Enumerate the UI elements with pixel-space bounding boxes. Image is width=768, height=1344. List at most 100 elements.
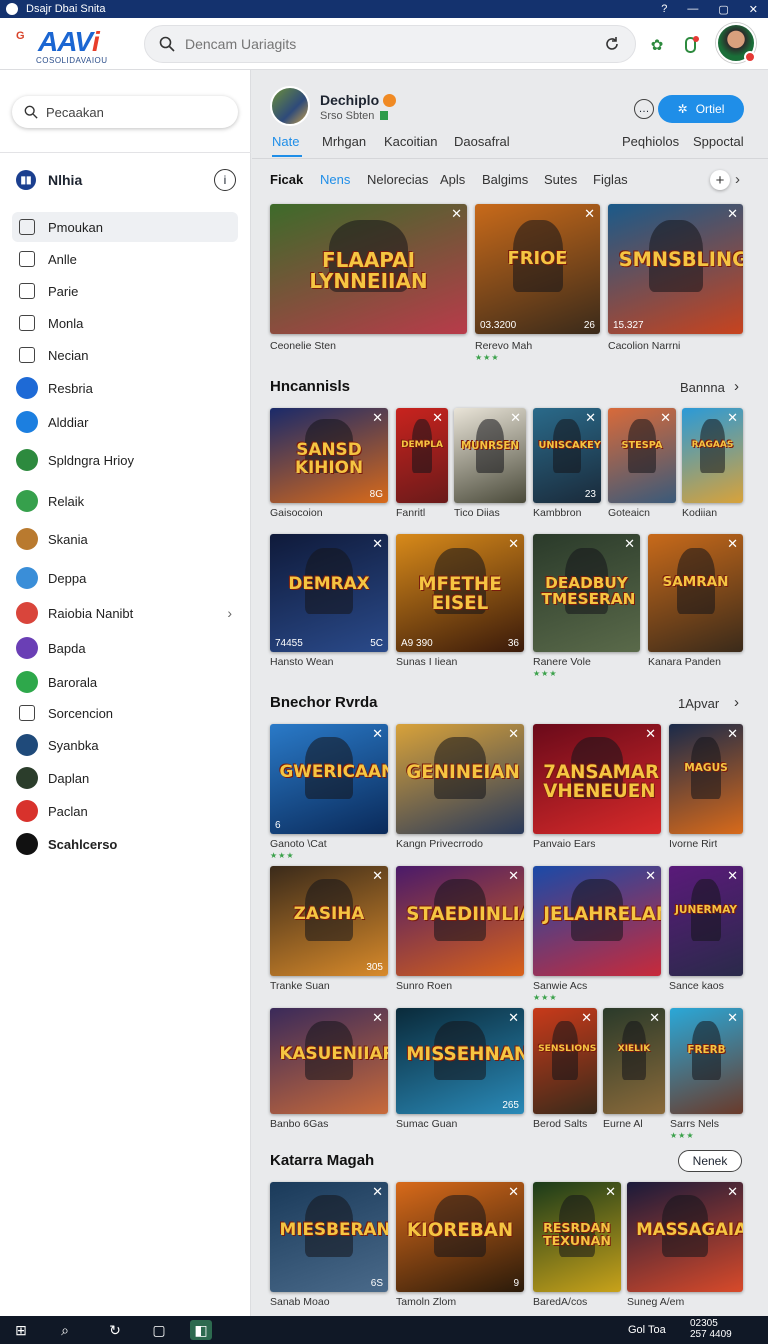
sidebar-item[interactable]: Relaik [12,486,238,516]
tab-daosafral[interactable]: Daosafral [454,134,510,149]
settings-icon[interactable]: ✿ [646,34,668,56]
game-card[interactable]: SENSLIONS ✕ [533,1008,597,1114]
game-caption[interactable]: Ganoto \Cat [270,838,327,850]
sidebar-item[interactable]: Skania [12,524,238,554]
section-action-button[interactable]: Nenek [678,1150,742,1172]
chat-icon[interactable]: ▢ [148,1320,170,1340]
game-card[interactable]: ZASIHA ✕ 305 [270,866,388,976]
game-caption[interactable]: Ceonelie Sten [270,340,336,352]
maximize-button[interactable]: ▢ [718,3,728,16]
game-caption[interactable]: Fanritl [396,507,425,519]
game-caption[interactable]: Tranke Suan [270,980,330,992]
close-icon[interactable]: ✕ [432,410,443,426]
sidebar-item[interactable]: Bapda [12,633,238,663]
sidebar-item[interactable]: Pmoukan [12,212,238,242]
close-icon[interactable]: ✕ [372,1010,383,1026]
close-icon[interactable]: ✕ [727,726,738,742]
game-caption[interactable]: Sanab Moao [270,1296,330,1308]
close-icon[interactable]: ✕ [372,410,383,426]
game-caption[interactable]: Goteaicn [608,507,650,519]
game-caption[interactable]: Eurne Al [603,1118,643,1130]
game-card[interactable]: KASUENIIAR ✕ [270,1008,388,1114]
game-card[interactable]: 7ANSAMAR VHENEUEN ✕ [533,724,661,834]
game-card[interactable]: MASSAGAIAA ✕ [627,1182,743,1292]
game-card[interactable]: FRERB ✕ [670,1008,743,1114]
tab-peqhiolos[interactable]: Peqhiolos [622,134,679,149]
sidebar-item[interactable]: Paclan [12,796,238,826]
game-caption[interactable]: Kanara Panden [648,656,721,668]
game-caption[interactable]: Suneg A/em [627,1296,684,1308]
close-icon[interactable]: ✕ [645,726,656,742]
category-sutes[interactable]: Sutes [544,172,577,187]
clock[interactable]: 02305 257 4409 [690,1318,732,1340]
user-avatar[interactable] [716,23,756,63]
next-arrow-icon[interactable]: › [735,171,740,188]
sidebar-item[interactable]: Scahlcerso [12,829,238,859]
game-card[interactable]: DEMPLA ✕ [396,408,448,503]
close-icon[interactable]: ✕ [584,206,595,222]
game-caption[interactable]: Sunas I Iiean [396,656,457,668]
game-caption[interactable]: Kodiian [682,507,717,519]
sidebar-item[interactable]: Monla [12,308,238,338]
chevron-right-icon[interactable]: › [734,378,739,395]
close-icon[interactable]: ✕ [508,536,519,552]
close-icon[interactable]: ✕ [372,1184,383,1200]
game-card[interactable]: MFETHE EISEL ✕ 36 A9 390 [396,534,524,652]
game-caption[interactable]: Sance kaos [669,980,724,992]
section-more-link[interactable]: Bannna [680,380,742,395]
sidebar-item[interactable]: Necian [12,340,238,370]
game-card[interactable]: GWERICAANS ✕ 6 [270,724,388,834]
close-icon[interactable]: ✕ [727,536,738,552]
sidebar-item[interactable]: Syanbka [12,730,238,760]
close-icon[interactable]: ✕ [727,206,738,222]
game-caption[interactable]: Sumac Guan [396,1118,457,1130]
close-icon[interactable]: ✕ [649,1010,660,1026]
game-card[interactable]: MUNRSEN ✕ [454,408,526,503]
game-card[interactable]: RAGAAS ✕ [682,408,743,503]
game-caption[interactable]: Banbo 6Gas [270,1118,328,1130]
game-caption[interactable]: Cacolion Narrni [608,340,680,352]
sidebar-item[interactable]: Deppa [12,563,238,593]
close-icon[interactable]: ✕ [727,868,738,884]
brand-logo[interactable]: G AAVi COSOLIDAVAIOU [14,26,124,66]
search-bar[interactable] [144,25,636,63]
tab-sppoctal[interactable]: Sppoctal [693,134,744,149]
game-card[interactable]: RESRDAN TEXUNAN ✕ [533,1182,621,1292]
notifications-icon[interactable] [680,34,702,56]
close-icon[interactable]: ✕ [727,410,738,426]
close-icon[interactable]: ✕ [727,1184,738,1200]
game-caption[interactable]: Sunro Roen [396,980,452,992]
game-card[interactable]: STESPA ✕ [608,408,676,503]
close-button[interactable]: ✕ [749,3,758,16]
category-nens[interactable]: Nens [320,172,350,187]
chevron-right-icon[interactable]: › [734,694,739,711]
game-card[interactable]: GENINEIAN ✕ [396,724,524,834]
start-icon[interactable]: ⊞ [10,1320,32,1340]
close-icon[interactable]: ✕ [508,1010,519,1026]
game-card[interactable]: MAGUS ✕ [669,724,743,834]
add-category-button[interactable]: + [710,170,730,190]
game-caption[interactable]: Rerevo Mah [475,340,532,352]
category-figlas[interactable]: Figlas [593,172,628,187]
sidebar-item[interactable]: Sorcencion [12,698,238,728]
close-icon[interactable]: ✕ [645,868,656,884]
sidebar-header[interactable]: ▮▮ Nlhia i [16,168,236,192]
sidebar-item[interactable]: Resbria [12,373,238,403]
sidebar-search[interactable]: Pecaakan [12,96,238,128]
close-icon[interactable]: ✕ [508,868,519,884]
taskbar-label[interactable]: Gol Toa [628,1324,666,1336]
close-icon[interactable]: ✕ [605,1184,616,1200]
game-caption[interactable]: Hansto Wean [270,656,333,668]
game-card[interactable]: DEMRAX ✕ 5C 74455 [270,534,388,652]
game-caption[interactable]: Sanwie Acs [533,980,587,992]
game-caption[interactable]: Kambbron [533,507,581,519]
game-card[interactable]: MIESBERAN ✕ 6S [270,1182,388,1292]
game-caption[interactable]: Tico Diias [454,507,500,519]
game-caption[interactable]: Tamoln Zlom [396,1296,456,1308]
close-icon[interactable]: ✕ [508,1184,519,1200]
game-caption[interactable]: Panvaio Ears [533,838,595,850]
sidebar-item[interactable]: Daplan [12,763,238,793]
sidebar-item[interactable]: Barorala [12,667,238,697]
game-caption[interactable]: Sarrs Nels [670,1118,719,1130]
game-card[interactable]: UNISCAKEY ✕ 23 [533,408,601,503]
